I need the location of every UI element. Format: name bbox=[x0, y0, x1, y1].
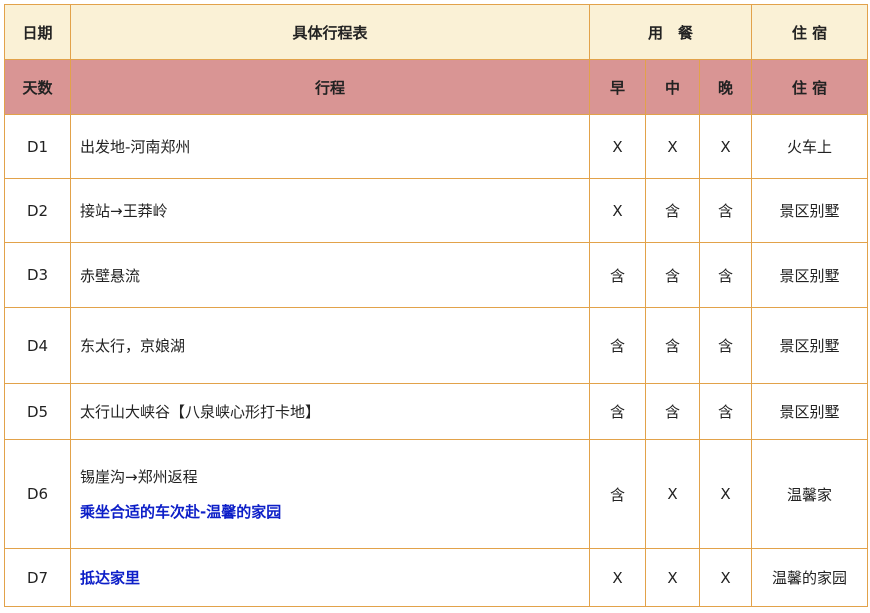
itinerary-cell: 东太行，京娘湖 bbox=[70, 307, 590, 384]
breakfast-cell: 含 bbox=[589, 383, 646, 440]
subheader-breakfast: 早 bbox=[589, 59, 646, 115]
stay-cell: 景区别墅 bbox=[751, 242, 869, 308]
day-cell: D7 bbox=[4, 548, 71, 607]
lunch-cell: 含 bbox=[645, 178, 700, 243]
breakfast-cell: X bbox=[589, 178, 646, 243]
itinerary-line: 接站→王莽岭 bbox=[80, 202, 168, 220]
header-meals: 用 餐 bbox=[588, 4, 753, 60]
stay-cell: 温馨的家园 bbox=[751, 548, 869, 607]
itinerary-line: 抵达家里 bbox=[80, 569, 141, 587]
itinerary-cell: 锡崖沟→郑州返程乘坐合适的车次赴-温馨的家园 bbox=[70, 439, 590, 549]
subheader-row: 天数 行程 早 中 晚 住 宿 bbox=[4, 59, 869, 115]
itinerary-line: 锡崖沟→郑州返程 bbox=[80, 468, 198, 486]
stay-cell: 火车上 bbox=[751, 114, 869, 179]
subheader-itinerary: 行程 bbox=[70, 59, 590, 115]
stay-cell: 景区别墅 bbox=[751, 307, 869, 384]
itinerary-table: 日期 具体行程表 用 餐 住 宿 天数 行程 早 中 晚 住 宿 D1 出发地-河… bbox=[4, 4, 869, 607]
breakfast-cell: X bbox=[589, 114, 646, 179]
dinner-cell: 含 bbox=[698, 178, 753, 243]
itinerary-line: 乘坐合适的车次赴-温馨的家园 bbox=[80, 503, 282, 521]
stay-cell: 景区别墅 bbox=[751, 383, 869, 440]
stay-cell: 景区别墅 bbox=[751, 178, 869, 243]
table-row: D4 东太行，京娘湖含含含景区别墅 bbox=[4, 307, 869, 384]
day-cell: D3 bbox=[4, 242, 71, 308]
lunch-cell: X bbox=[645, 548, 700, 607]
subheader-days: 天数 bbox=[4, 59, 71, 115]
header-row: 日期 具体行程表 用 餐 住 宿 bbox=[4, 4, 869, 60]
table-row: D3 赤壁悬流含含含景区别墅 bbox=[4, 242, 869, 308]
dinner-cell: X bbox=[698, 114, 753, 179]
breakfast-cell: X bbox=[589, 548, 646, 607]
day-cell: D5 bbox=[4, 383, 71, 440]
lunch-cell: 含 bbox=[645, 307, 700, 384]
day-cell: D2 bbox=[4, 178, 71, 243]
itinerary-line: 赤壁悬流 bbox=[80, 266, 141, 285]
table-row: D2 接站→王莽岭 X 含含景区别墅 bbox=[4, 178, 869, 243]
subheader-dinner: 晚 bbox=[698, 59, 753, 115]
dinner-cell: 含 bbox=[698, 242, 753, 308]
subheader-stay: 住 宿 bbox=[751, 59, 869, 115]
itinerary-cell: 抵达家里 bbox=[70, 548, 590, 607]
header-stay: 住 宿 bbox=[751, 4, 869, 60]
table-row: D7 抵达家里 X X X 温馨的家园 bbox=[4, 548, 869, 607]
lunch-cell: 含 bbox=[645, 242, 700, 308]
stay-cell: 温馨家 bbox=[751, 439, 869, 549]
dinner-cell: 含 bbox=[698, 307, 753, 384]
day-cell: D4 bbox=[4, 307, 71, 384]
table-row: D5 太行山大峡谷【八泉峡心形打卡地】含含含景区别墅 bbox=[4, 383, 869, 440]
subheader-lunch: 中 bbox=[645, 59, 700, 115]
itinerary-line: 东太行，京娘湖 bbox=[80, 337, 186, 355]
lunch-cell: X bbox=[645, 114, 700, 179]
itinerary-cell: 接站→王莽岭 bbox=[70, 178, 590, 243]
breakfast-cell: 含 bbox=[589, 439, 646, 549]
day-cell: D1 bbox=[4, 114, 71, 179]
table-row: D6 锡崖沟→郑州返程 乘坐合适的车次赴-温馨的家园含 X X 温馨家 bbox=[4, 439, 869, 549]
day-cell: D6 bbox=[4, 439, 71, 549]
table-row: D1 出发地-河南郑州 X X X 火车上 bbox=[4, 114, 869, 179]
itinerary-cell: 出发地-河南郑州 bbox=[70, 114, 590, 179]
dinner-cell: 含 bbox=[698, 383, 753, 440]
header-date: 日期 bbox=[4, 4, 71, 60]
itinerary-cell: 太行山大峡谷【八泉峡心形打卡地】 bbox=[70, 383, 590, 440]
header-itinerary-title: 具体行程表 bbox=[70, 4, 590, 60]
lunch-cell: X bbox=[645, 439, 700, 549]
itinerary-cell: 赤壁悬流 bbox=[70, 242, 590, 308]
itinerary-line: 太行山大峡谷【八泉峡心形打卡地】 bbox=[80, 403, 321, 421]
dinner-cell: X bbox=[698, 439, 753, 549]
breakfast-cell: 含 bbox=[589, 307, 646, 384]
itinerary-line: 出发地-河南郑州 bbox=[80, 138, 191, 156]
lunch-cell: 含 bbox=[645, 383, 700, 440]
breakfast-cell: 含 bbox=[589, 242, 646, 308]
dinner-cell: X bbox=[698, 548, 753, 607]
